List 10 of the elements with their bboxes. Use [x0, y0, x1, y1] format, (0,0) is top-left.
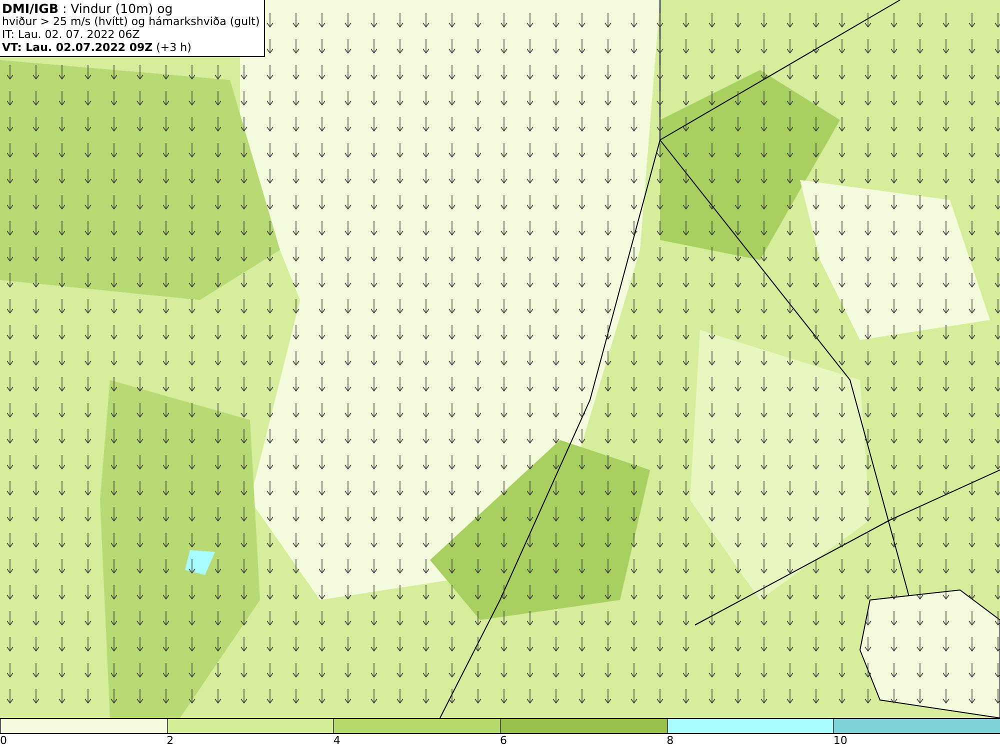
tick-label: 6 — [500, 734, 507, 747]
legend-text: IT: Lau. 02. 07. 2022 06Z — [2, 28, 141, 41]
legend-text: DMI/IGB : Vindur (10m) og — [2, 2, 174, 15]
tick-label: 2 — [166, 734, 174, 747]
tick-label: 4 — [333, 734, 340, 747]
legend-text: hviður > 25 m/s (hvítt) og hámarkshviða (gult) — [2, 15, 260, 28]
tick-label: 8 — [666, 734, 674, 747]
tick-label: 10 — [833, 734, 848, 747]
tick-label: 0 — [0, 734, 7, 747]
legend-text: VT: Lau. 02.07.2022 09Z (+3 h) — [2, 41, 192, 54]
